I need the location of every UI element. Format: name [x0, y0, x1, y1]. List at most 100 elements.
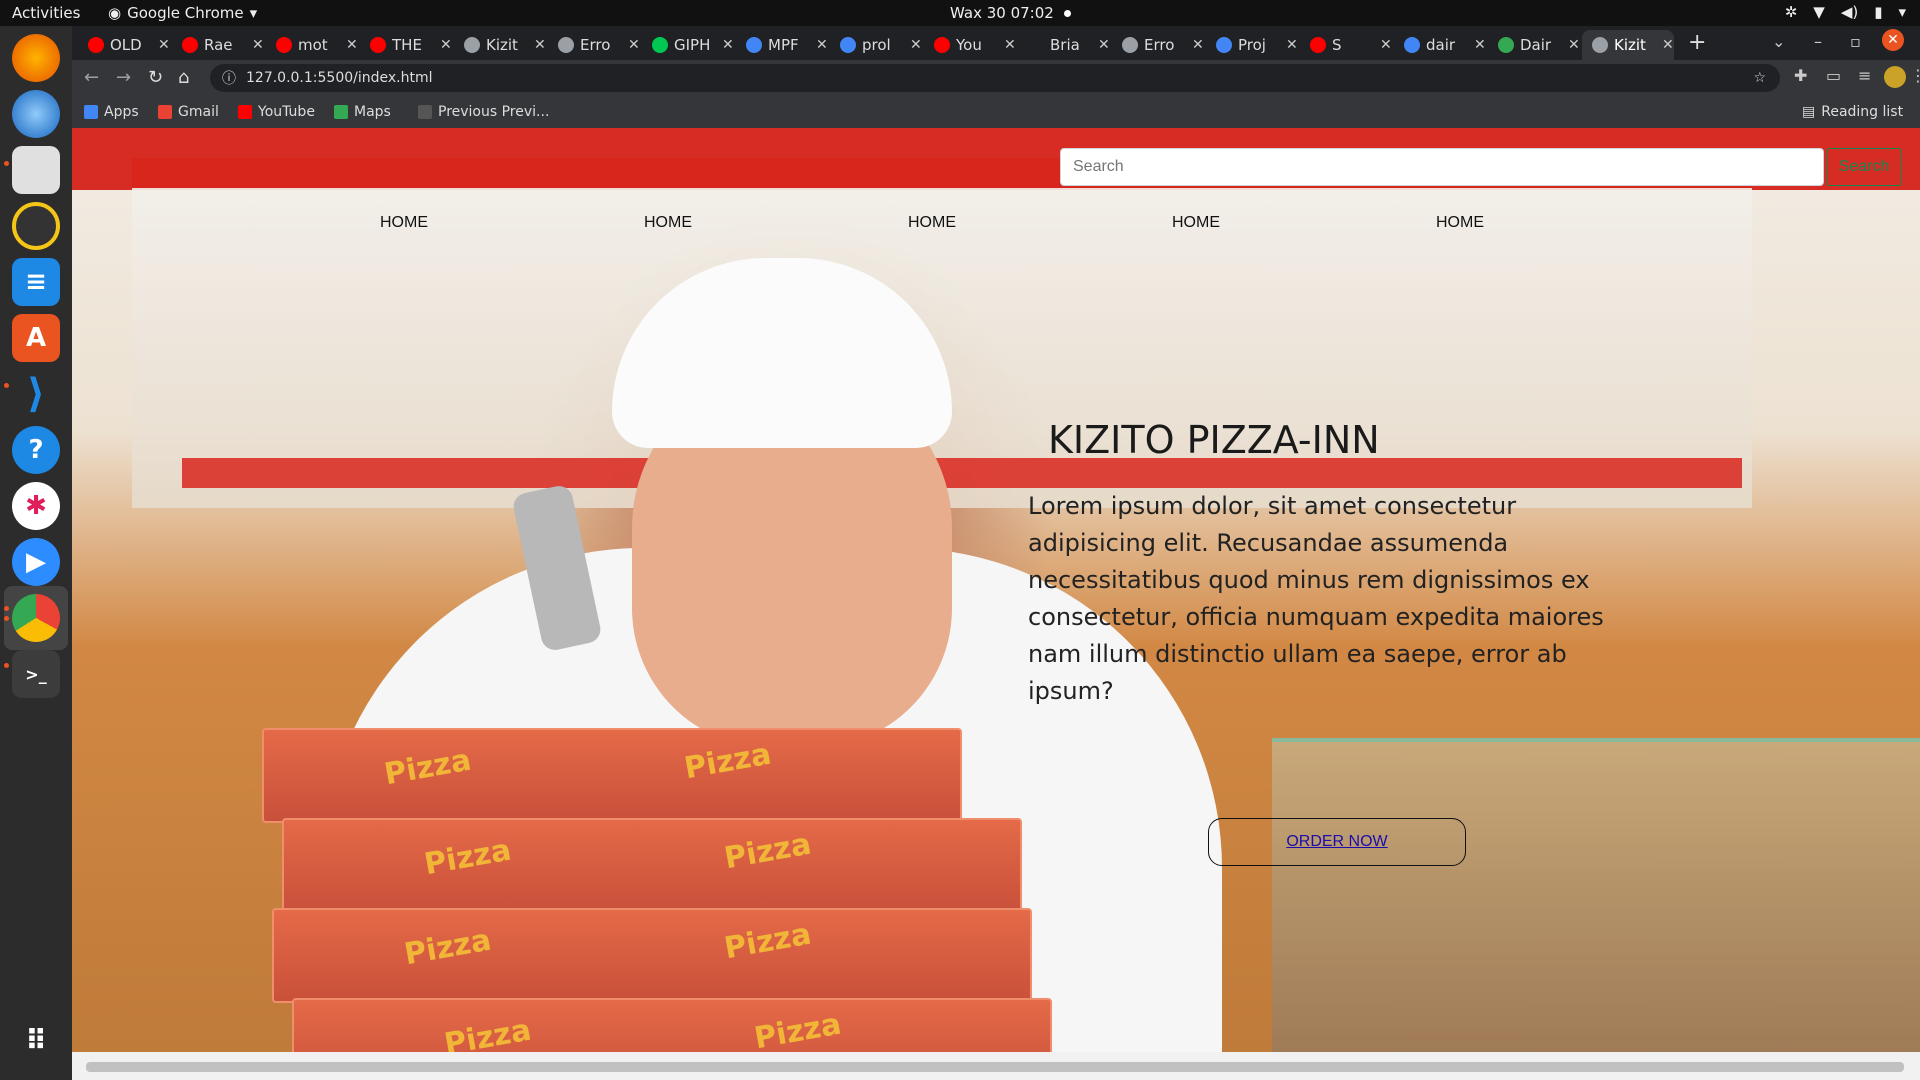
terminal-icon[interactable]: >_: [12, 650, 60, 698]
bookmark-item[interactable]: Previous Previ...: [418, 104, 549, 120]
browser-tab[interactable]: OLD ✕: [78, 30, 170, 60]
nav-home-link[interactable]: HOME: [1436, 214, 1484, 232]
activities-button[interactable]: Activities: [12, 4, 80, 22]
browser-tab[interactable]: dair ✕: [1394, 30, 1486, 60]
bookmark-item[interactable]: Maps: [334, 104, 391, 120]
bookmark-star-icon[interactable]: ☆: [1753, 70, 1766, 86]
page-viewport: Pizza Pizza Pizza Pizza Pizza Pizza Pizza Pi…: [72, 128, 1920, 1052]
vscode-icon[interactable]: ⟩: [12, 370, 60, 418]
close-tab-icon[interactable]: ✕: [534, 37, 546, 53]
menu-icon[interactable]: ⋮: [1910, 66, 1920, 85]
tab-search-icon[interactable]: ⌄: [1772, 32, 1785, 51]
bookmark-item[interactable]: YouTube: [238, 104, 315, 120]
bookmark-item[interactable]: Gmail: [158, 104, 219, 120]
media-control-icon[interactable]: ≡: [1858, 66, 1871, 85]
browser-tab[interactable]: You ✕: [924, 30, 1016, 60]
close-tab-icon[interactable]: ✕: [346, 37, 358, 53]
browser-tab[interactable]: Kizit ✕: [454, 30, 546, 60]
pizza-box: Pizza Pizza: [262, 728, 962, 823]
chrome-icon[interactable]: [12, 594, 60, 642]
back-icon[interactable]: ←: [84, 67, 99, 88]
profile-avatar[interactable]: [1884, 66, 1906, 88]
help-icon[interactable]: ?: [12, 426, 60, 474]
tab-favicon-icon: [840, 37, 856, 53]
bookmark-favicon-icon: [334, 105, 348, 119]
minimize-button[interactable]: –: [1814, 32, 1822, 51]
browser-tab[interactable]: S ✕: [1300, 30, 1392, 60]
browser-tab[interactable]: Kizit ✕: [1582, 30, 1674, 60]
extensions-icon[interactable]: ✚: [1794, 66, 1807, 85]
browser-tab[interactable]: Bria ✕: [1018, 30, 1110, 60]
nav-home-link[interactable]: HOME: [1172, 214, 1220, 232]
slack-icon[interactable]: ✱: [12, 482, 60, 530]
thunderbird-icon[interactable]: [12, 90, 60, 138]
firefox-icon[interactable]: [12, 34, 60, 82]
close-tab-icon[interactable]: ✕: [1004, 37, 1016, 53]
browser-tab[interactable]: Erro ✕: [548, 30, 640, 60]
bookmark-label: YouTube: [258, 104, 315, 120]
nav-home-link[interactable]: HOME: [908, 214, 956, 232]
bookmark-item[interactable]: Apps: [84, 104, 139, 120]
browser-tab[interactable]: Proj ✕: [1206, 30, 1298, 60]
close-tab-icon[interactable]: ✕: [1098, 37, 1110, 53]
close-tab-icon[interactable]: ✕: [1568, 37, 1580, 53]
reading-list-button[interactable]: ▤ Reading list: [1802, 104, 1903, 120]
order-now-button[interactable]: ORDER NOW: [1208, 818, 1466, 866]
home-icon[interactable]: ⌂: [178, 67, 189, 88]
search-input[interactable]: [1060, 148, 1824, 186]
app-menu[interactable]: ◉ Google Chrome ▾: [108, 4, 257, 22]
nav-home-link[interactable]: HOME: [380, 214, 428, 232]
cast-icon[interactable]: ▭: [1826, 66, 1841, 85]
app-center-icon[interactable]: A: [12, 314, 60, 362]
tab-favicon-icon: [182, 37, 198, 53]
info-icon[interactable]: ⓘ: [222, 68, 236, 88]
tab-label: MPF: [768, 36, 799, 54]
browser-tab[interactable]: Erro ✕: [1112, 30, 1204, 60]
close-tab-icon[interactable]: ✕: [252, 37, 264, 53]
search-button[interactable]: Search: [1826, 148, 1902, 186]
close-tab-icon[interactable]: ✕: [1474, 37, 1486, 53]
close-tab-icon[interactable]: ✕: [722, 37, 734, 53]
restore-button[interactable]: ▫: [1850, 32, 1861, 51]
close-tab-icon[interactable]: ✕: [440, 37, 452, 53]
close-tab-icon[interactable]: ✕: [1192, 37, 1204, 53]
browser-tab[interactable]: Dair ✕: [1488, 30, 1580, 60]
browser-tab[interactable]: mot ✕: [266, 30, 358, 60]
apps-grid-icon[interactable]: ⠿: [12, 1016, 60, 1064]
close-tab-icon[interactable]: ✕: [1286, 37, 1298, 53]
close-tab-icon[interactable]: ✕: [628, 37, 640, 53]
new-tab-button[interactable]: +: [1688, 30, 1706, 55]
forward-icon[interactable]: →: [116, 67, 131, 88]
browser-tab[interactable]: MPF ✕: [736, 30, 828, 60]
close-tab-icon[interactable]: ✕: [158, 37, 170, 53]
browser-tab[interactable]: THE ✕: [360, 30, 452, 60]
close-tab-icon[interactable]: ✕: [1662, 37, 1674, 53]
running-indicator: [4, 606, 9, 611]
scrollbar-thumb[interactable]: [86, 1062, 1904, 1072]
tab-favicon-icon: [934, 37, 950, 53]
browser-tab[interactable]: prol ✕: [830, 30, 922, 60]
close-tab-icon[interactable]: ✕: [910, 37, 922, 53]
browser-tab[interactable]: Rae ✕: [172, 30, 264, 60]
pizza-box: Pizza Pizza: [282, 818, 1022, 913]
rhythmbox-icon[interactable]: [12, 202, 60, 250]
files-icon[interactable]: [12, 146, 60, 194]
order-now-link[interactable]: ORDER NOW: [1286, 833, 1387, 851]
close-tab-icon[interactable]: ✕: [816, 37, 828, 53]
clock[interactable]: Wax 30 07:02: [950, 4, 1071, 22]
close-window-button[interactable]: ✕: [1882, 29, 1904, 51]
browser-tab[interactable]: GIPH ✕: [642, 30, 734, 60]
page-title: KIZITO PIZZA-INN: [1048, 418, 1380, 462]
running-indicator: [4, 161, 9, 166]
pizza-box: Pizza Pizza: [292, 998, 1052, 1052]
zoom-icon[interactable]: ▶: [12, 538, 60, 586]
writer-icon[interactable]: ≡: [12, 258, 60, 306]
tab-label: Bria: [1050, 36, 1080, 54]
tab-label: Rae: [204, 36, 233, 54]
reload-icon[interactable]: ↻: [148, 67, 163, 88]
nav-home-link[interactable]: HOME: [644, 214, 692, 232]
close-tab-icon[interactable]: ✕: [1380, 37, 1392, 53]
system-tray[interactable]: ✲ ▼ ◀) ▮ ▾: [1785, 3, 1906, 21]
horizontal-scrollbar[interactable]: [72, 1052, 1920, 1080]
address-bar[interactable]: ⓘ 127.0.0.1:5500/index.html ☆: [210, 64, 1780, 92]
